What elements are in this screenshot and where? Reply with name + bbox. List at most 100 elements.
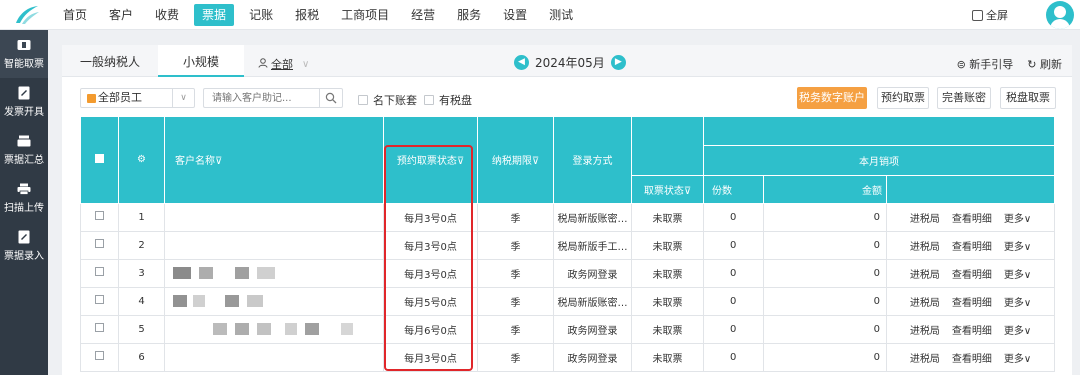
redacted-block (257, 267, 275, 279)
sidebar-item-receipt-summary[interactable]: 票据汇总 (0, 126, 48, 174)
guide-link[interactable]: ⊜ 新手引导 (957, 56, 1014, 72)
view-detail-link[interactable]: 查看明细 (952, 326, 992, 337)
main-nav: 首页 客户 收费 票据 记账 报税 工商项目 经营 服务 设置 测试 (52, 4, 584, 26)
redacted-block (341, 323, 353, 335)
more-dropdown[interactable]: 更多∨ (1004, 326, 1031, 337)
more-dropdown[interactable]: 更多∨ (1004, 270, 1031, 281)
sidebar-item-scan-upload[interactable]: 扫描上传 (0, 174, 48, 222)
table-row[interactable]: 5 每月6号0点季政务网登录 未取票 0 0 进税局 查看明细 更多∨ (80, 314, 1055, 344)
table-row[interactable]: 3 每月3号0点季政务网登录 未取票 0 0 进税局 查看明细 更多∨ (80, 258, 1055, 288)
nav-item-bookkeeping[interactable]: 记账 (238, 4, 284, 26)
tab-general-taxpayer[interactable]: 一般纳税人 (62, 45, 158, 77)
select-all-checkbox[interactable] (95, 153, 104, 163)
nav-item-receipts[interactable]: 票据 (194, 4, 235, 26)
count-cell: 0 (703, 342, 764, 372)
row-checkbox[interactable] (95, 351, 104, 360)
more-dropdown[interactable]: 更多∨ (1004, 242, 1031, 253)
row-select-cell[interactable] (80, 314, 119, 344)
nav-item-billing[interactable]: 收费 (144, 4, 190, 26)
complete-credentials-button[interactable]: 完善账密 (937, 87, 991, 109)
tab-small-scale[interactable]: 小规模 (158, 45, 244, 77)
row-checkbox[interactable] (95, 295, 104, 304)
customer-search-input[interactable] (203, 88, 319, 108)
brand-logo[interactable] (6, 3, 44, 27)
enter-tax-bureau-link[interactable]: 进税局 (910, 242, 940, 253)
header-fetch-label: 取票状态 (643, 185, 684, 197)
view-detail-link[interactable]: 查看明细 (952, 298, 992, 309)
enter-tax-bureau-link[interactable]: 进税局 (910, 298, 940, 309)
under-account-filter[interactable]: 名下账套 (358, 92, 417, 108)
header-select-all[interactable] (80, 117, 119, 204)
user-avatar[interactable] (1046, 1, 1074, 29)
ops-cell[interactable]: 进税局 查看明细 更多∨ (886, 258, 1055, 288)
sidebar-item-smart-fetch[interactable]: 智能取票 (0, 30, 48, 78)
more-dropdown[interactable]: 更多∨ (1004, 214, 1031, 225)
ops-cell[interactable]: 进税局 查看明细 更多∨ (886, 314, 1055, 344)
row-select-cell[interactable] (80, 342, 119, 372)
nav-item-business-registration[interactable]: 工商项目 (330, 4, 400, 26)
tax-period-cell: 季 (477, 342, 554, 372)
row-select-cell[interactable] (80, 258, 119, 288)
amount-cell: 0 (763, 314, 887, 344)
sidebar-item-receipt-entry[interactable]: 票据录入 (0, 222, 48, 270)
ops-cell[interactable]: 进税局 查看明细 更多∨ (886, 202, 1055, 232)
nav-item-test[interactable]: 测试 (538, 4, 584, 26)
more-dropdown[interactable]: 更多∨ (1004, 298, 1031, 309)
ops-cell[interactable]: 进税局 查看明细 更多∨ (886, 342, 1055, 372)
table-row[interactable]: 2 每月3号0点季税局新版手工… 未取票 0 0 进税局 查看明细 更多∨ (80, 230, 1055, 260)
ops-cell[interactable]: 进税局 查看明细 更多∨ (886, 230, 1055, 260)
table-row[interactable]: 6 每月3号0点季政务网登录 未取票 0 0 进税局 查看明细 更多∨ (80, 342, 1055, 372)
view-detail-link[interactable]: 查看明细 (952, 354, 992, 365)
nav-item-services[interactable]: 服务 (446, 4, 492, 26)
nav-item-customer[interactable]: 客户 (98, 4, 144, 26)
refresh-link[interactable]: ↻ 刷新 (1027, 56, 1062, 72)
more-dropdown[interactable]: 更多∨ (1004, 354, 1031, 365)
ops-cell[interactable]: 进税局 查看明细 更多∨ (886, 286, 1055, 316)
row-checkbox[interactable] (95, 239, 104, 248)
next-month-button[interactable]: ▶ (610, 55, 626, 70)
view-detail-link[interactable]: 查看明细 (952, 242, 992, 253)
login-method-cell: 税局新版账密… (553, 202, 632, 232)
staff-select[interactable]: 全部员工 ∨ (80, 88, 195, 108)
reserve-fetch-button[interactable]: 预约取票 (877, 87, 929, 109)
row-select-cell[interactable] (80, 286, 119, 316)
header-reserve-status[interactable]: 预约取票状态⊽ (383, 117, 478, 204)
enter-tax-bureau-link[interactable]: 进税局 (910, 270, 940, 281)
row-select-cell[interactable] (80, 230, 119, 260)
row-checkbox[interactable] (95, 211, 104, 220)
table-row[interactable]: 1 每月3号0点季税局新版账密… 未取票 0 0 进税局 查看明细 更多∨ (80, 202, 1055, 232)
header-tax-period[interactable]: 纳税期限⊽ (477, 117, 554, 204)
nav-item-home[interactable]: 首页 (52, 4, 98, 26)
prev-month-button[interactable]: ◀ (514, 55, 529, 70)
enter-tax-bureau-link[interactable]: 进税局 (910, 354, 940, 365)
nav-item-settings[interactable]: 设置 (492, 4, 538, 26)
reserve-status-cell: 每月3号0点 (383, 258, 478, 288)
scope-filter-dropdown[interactable]: 全部 ∨ (258, 56, 309, 72)
tax-disk-checkbox[interactable] (424, 95, 434, 105)
table-row[interactable]: 4 每月5号0点季税局新版账密… 未取票 0 0 进税局 查看明细 更多∨ (80, 286, 1055, 316)
fullscreen-label: 全屏 (986, 9, 1008, 22)
chevron-down-icon: ∨ (302, 58, 310, 70)
header-fetch-status[interactable]: 取票状态⊽ (631, 175, 704, 204)
row-select-cell[interactable] (80, 202, 119, 232)
enter-tax-bureau-link[interactable]: 进税局 (910, 214, 940, 225)
tax-disk-fetch-button[interactable]: 税盘取票 (1000, 87, 1056, 109)
under-account-checkbox[interactable] (358, 95, 368, 105)
header-customer-name[interactable]: 客户名称⊽ (164, 117, 384, 204)
sidebar-item-invoice-issue[interactable]: 发票开具 (0, 78, 48, 126)
fullscreen-button[interactable]: 全屏 (972, 7, 1008, 23)
search-button[interactable] (319, 88, 343, 108)
header-settings[interactable]: ⚙ (118, 117, 165, 204)
enter-tax-bureau-link[interactable]: 进税局 (910, 326, 940, 337)
filter-icon: ⊽ (456, 156, 465, 168)
row-checkbox[interactable] (95, 267, 104, 276)
view-detail-link[interactable]: 查看明细 (952, 214, 992, 225)
redacted-block (173, 267, 191, 279)
tax-disk-filter[interactable]: 有税盘 (424, 92, 472, 108)
nav-item-tax-filing[interactable]: 报税 (284, 4, 330, 26)
row-checkbox[interactable] (95, 323, 104, 332)
nav-item-operations[interactable]: 经营 (400, 4, 446, 26)
tax-digital-account-button[interactable]: 税务数字账户 (797, 87, 867, 109)
view-detail-link[interactable]: 查看明细 (952, 270, 992, 281)
taxpayer-tabs: 一般纳税人 小规模 全部 ∨ ◀ 2024年05月 ▶ ⊜ 新手引导 ↻ 刷新 (62, 45, 1072, 77)
